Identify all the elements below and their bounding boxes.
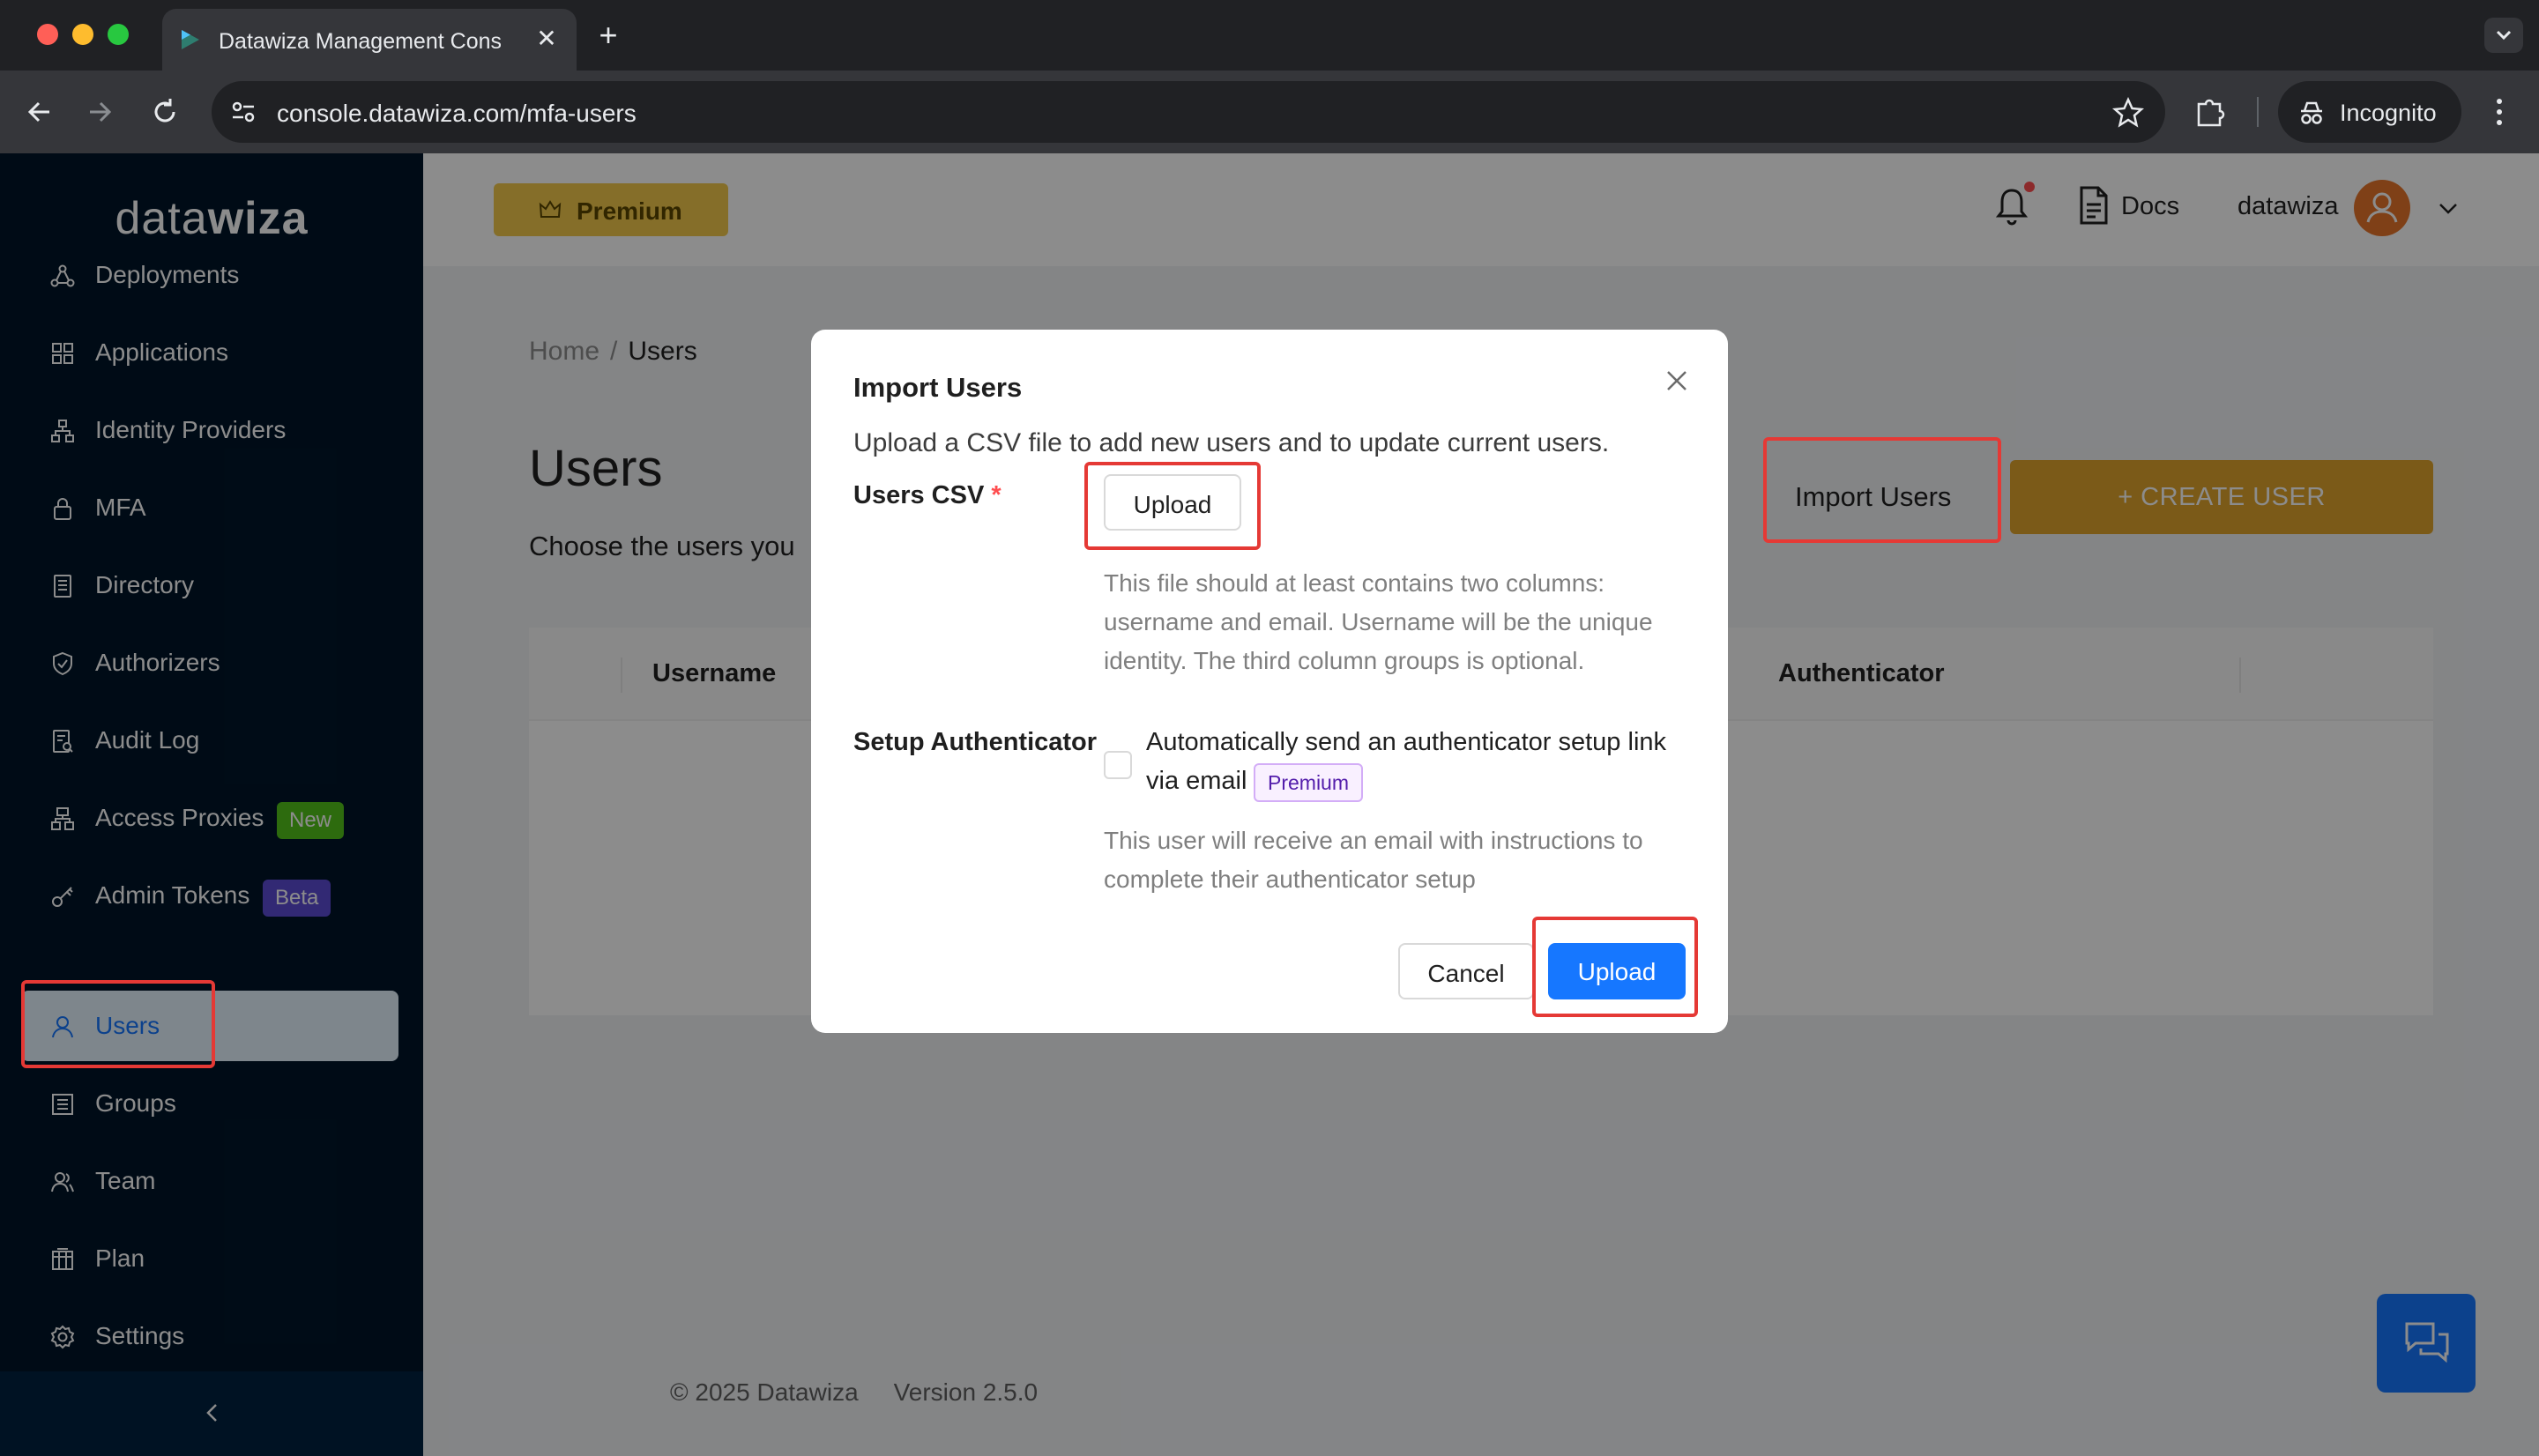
annotation-submit-upload xyxy=(1532,917,1698,1017)
toolbar-divider xyxy=(2257,97,2259,127)
tab-strip: Datawiza Management Console ✕ + xyxy=(0,0,2539,71)
csv-help-text: This file should at least contains two c… xyxy=(1104,569,1653,674)
browser-toolbar: console.datawiza.com/mfa-users Incognito xyxy=(0,71,2539,153)
minimize-window-button[interactable] xyxy=(72,24,93,45)
cancel-button[interactable]: Cancel xyxy=(1398,943,1534,999)
checkbox-label-line2[interactable]: via email xyxy=(1146,767,1247,796)
address-bar[interactable]: console.datawiza.com/mfa-users xyxy=(212,81,2165,143)
maximize-window-button[interactable] xyxy=(108,24,129,45)
browser-chrome: Datawiza Management Console ✕ + console.… xyxy=(0,0,2539,153)
setup-authenticator-label: Setup Authenticator xyxy=(853,728,1098,756)
tab-title: Datawiza Management Console xyxy=(219,29,501,54)
premium-tag: Premium xyxy=(1254,763,1364,802)
checkbox-label-line1[interactable]: Automatically send an authenticator setu… xyxy=(1146,728,1666,757)
incognito-badge[interactable]: Incognito xyxy=(2278,81,2461,143)
authenticator-help-text: This user will receive an email with ins… xyxy=(1104,827,1643,893)
browser-tab-active[interactable]: Datawiza Management Console ✕ xyxy=(162,9,577,71)
users-csv-label-text: Users CSV xyxy=(853,481,985,509)
required-mark: * xyxy=(991,481,1001,509)
reload-icon[interactable] xyxy=(143,90,187,134)
annotation-users-item xyxy=(21,980,215,1068)
chevron-down-icon xyxy=(2496,30,2512,41)
url-text: console.datawiza.com/mfa-users xyxy=(277,100,637,127)
back-arrow-icon[interactable] xyxy=(18,90,62,134)
annotation-import-users xyxy=(1763,437,2001,543)
close-icon[interactable] xyxy=(1661,365,1693,397)
annotation-csv-upload xyxy=(1084,462,1261,550)
forward-arrow-icon[interactable] xyxy=(78,90,122,134)
incognito-label: Incognito xyxy=(2340,100,2437,126)
close-window-button[interactable] xyxy=(37,24,58,45)
send-setup-link-checkbox[interactable] xyxy=(1104,751,1132,779)
incognito-icon xyxy=(2301,101,2322,124)
tab-close-icon[interactable]: ✕ xyxy=(531,23,562,55)
extensions-puzzle-icon[interactable] xyxy=(2190,92,2230,132)
modal-title: Import Users xyxy=(853,372,1023,403)
modal-subtitle: Upload a CSV file to add new users and t… xyxy=(853,428,1610,457)
browser-menu-icon[interactable] xyxy=(2484,92,2514,132)
datawiza-favicon-icon xyxy=(182,30,199,49)
tab-search-button[interactable] xyxy=(2484,18,2523,53)
users-csv-label: Users CSV * xyxy=(853,481,1001,510)
new-tab-button[interactable]: + xyxy=(591,18,626,53)
site-settings-icon[interactable] xyxy=(227,96,259,128)
cancel-label: Cancel xyxy=(1427,960,1505,987)
bookmark-star-icon[interactable] xyxy=(2111,95,2146,130)
